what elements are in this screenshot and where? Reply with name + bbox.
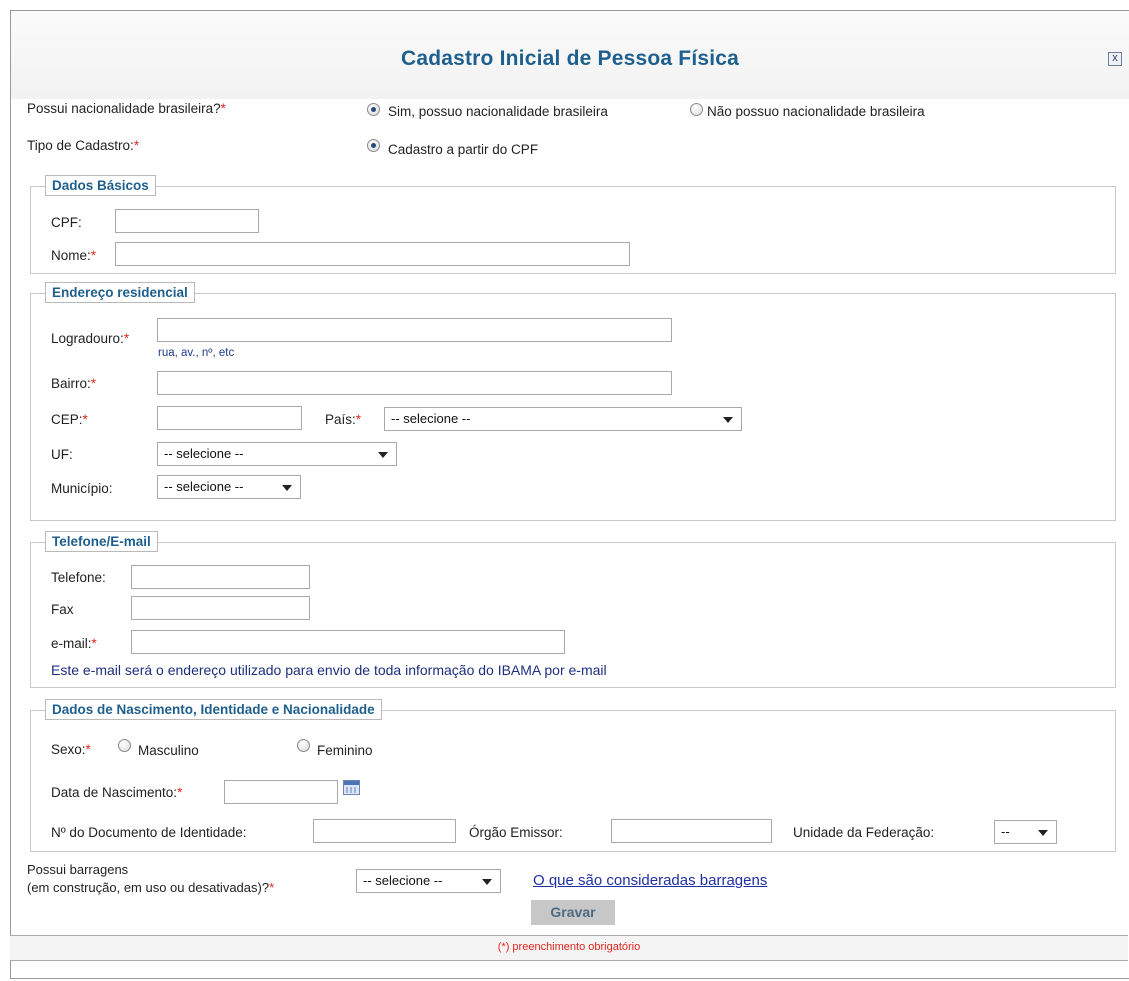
chevron-down-icon — [482, 879, 492, 885]
radio-sexo-masculino[interactable] — [118, 739, 131, 752]
radio-cadastro-cpf-label: Cadastro a partir do CPF — [388, 142, 539, 157]
documento-label: Nº do Documento de Identidade: — [51, 825, 247, 840]
nome-label: Nome:* — [51, 248, 97, 263]
contato-legend: Telefone/E-mail — [45, 531, 158, 552]
barragens-label-line1: Possui barragens — [27, 862, 129, 877]
cep-input[interactable] — [157, 406, 302, 430]
pais-select-value: -- selecione -- — [391, 411, 471, 426]
logradouro-label: Logradouro:* — [51, 331, 130, 346]
dialog-titlebar: Cadastro Inicial de Pessoa Física x — [11, 11, 1129, 99]
endereco-legend: Endereço residencial — [45, 282, 195, 303]
nascimento-legend: Dados de Nascimento, Identidade e Nacion… — [45, 699, 382, 720]
email-input[interactable] — [131, 630, 565, 654]
barragens-select-value: -- selecione -- — [363, 873, 443, 888]
unidade-federacao-select[interactable]: -- — [994, 820, 1057, 844]
dados-basicos-legend: Dados Básicos — [45, 175, 156, 196]
municipio-select[interactable]: -- selecione -- — [157, 475, 301, 499]
cep-label: CEP:* — [51, 412, 88, 427]
chevron-down-icon — [282, 485, 292, 491]
radio-nationality-no-label: Não possuo nacionalidade brasileira — [707, 104, 925, 119]
radio-nationality-yes[interactable] — [367, 103, 380, 116]
cpf-label: CPF: — [51, 215, 82, 230]
barragens-label-line2: (em construção, em uso ou desativadas)?* — [27, 880, 275, 895]
dialog-title: Cadastro Inicial de Pessoa Física — [400, 47, 740, 70]
close-icon[interactable]: x — [1108, 52, 1122, 66]
municipio-select-value: -- selecione -- — [164, 479, 244, 494]
logradouro-input[interactable] — [157, 318, 672, 342]
uf-select[interactable]: -- selecione -- — [157, 442, 397, 466]
radio-sexo-feminino[interactable] — [297, 739, 310, 752]
radio-nationality-yes-label: Sim, possuo nacionalidade brasileira — [388, 104, 608, 119]
email-label: e-mail:* — [51, 636, 97, 651]
documento-input[interactable] — [313, 819, 456, 843]
bairro-label: Bairro:* — [51, 376, 97, 391]
pais-select[interactable]: -- selecione -- — [384, 407, 742, 431]
required-note: (*) preenchimento obrigatório — [497, 941, 641, 953]
orgao-emissor-label: Órgão Emissor: — [469, 825, 563, 840]
bairro-input[interactable] — [157, 371, 672, 395]
calendar-icon[interactable] — [343, 780, 360, 795]
radio-cadastro-cpf[interactable] — [367, 139, 380, 152]
pais-label: País:* — [325, 412, 362, 427]
telefone-input[interactable] — [131, 565, 310, 589]
required-footer: (*) preenchimento obrigatório — [10, 935, 1128, 961]
nationality-label: Possui nacionalidade brasileira?* — [27, 101, 226, 116]
save-button[interactable]: Gravar — [531, 900, 615, 925]
email-notice: Este e-mail será o endereço utilizado pa… — [51, 662, 607, 678]
uf-select-value: -- selecione -- — [164, 446, 244, 461]
radio-nationality-no[interactable] — [690, 103, 703, 116]
barragens-help-link[interactable]: O que são consideradas barragens — [533, 872, 767, 889]
orgao-emissor-input[interactable] — [611, 819, 772, 843]
fax-input[interactable] — [131, 596, 310, 620]
barragens-select[interactable]: -- selecione -- — [356, 869, 501, 893]
municipio-label: Município: — [51, 481, 113, 496]
cpf-input[interactable] — [115, 209, 259, 233]
chevron-down-icon — [378, 452, 388, 458]
unidade-federacao-label: Unidade da Federação: — [793, 825, 935, 840]
sexo-label: Sexo:* — [51, 742, 91, 757]
telefone-label: Telefone: — [51, 570, 106, 585]
unidade-federacao-select-value: -- — [1001, 824, 1010, 839]
uf-label: UF: — [51, 447, 73, 462]
chevron-down-icon — [723, 417, 733, 423]
data-nascimento-label: Data de Nascimento:* — [51, 785, 183, 800]
fax-label: Fax — [51, 602, 74, 617]
radio-sexo-masculino-label: Masculino — [138, 743, 199, 758]
logradouro-hint: rua, av., nº, etc — [158, 347, 235, 359]
tipo-cadastro-label: Tipo de Cadastro:* — [27, 138, 140, 153]
chevron-down-icon — [1038, 830, 1048, 836]
radio-sexo-feminino-label: Feminino — [317, 743, 373, 758]
data-nascimento-input[interactable] — [224, 780, 338, 804]
nome-input[interactable] — [115, 242, 630, 266]
